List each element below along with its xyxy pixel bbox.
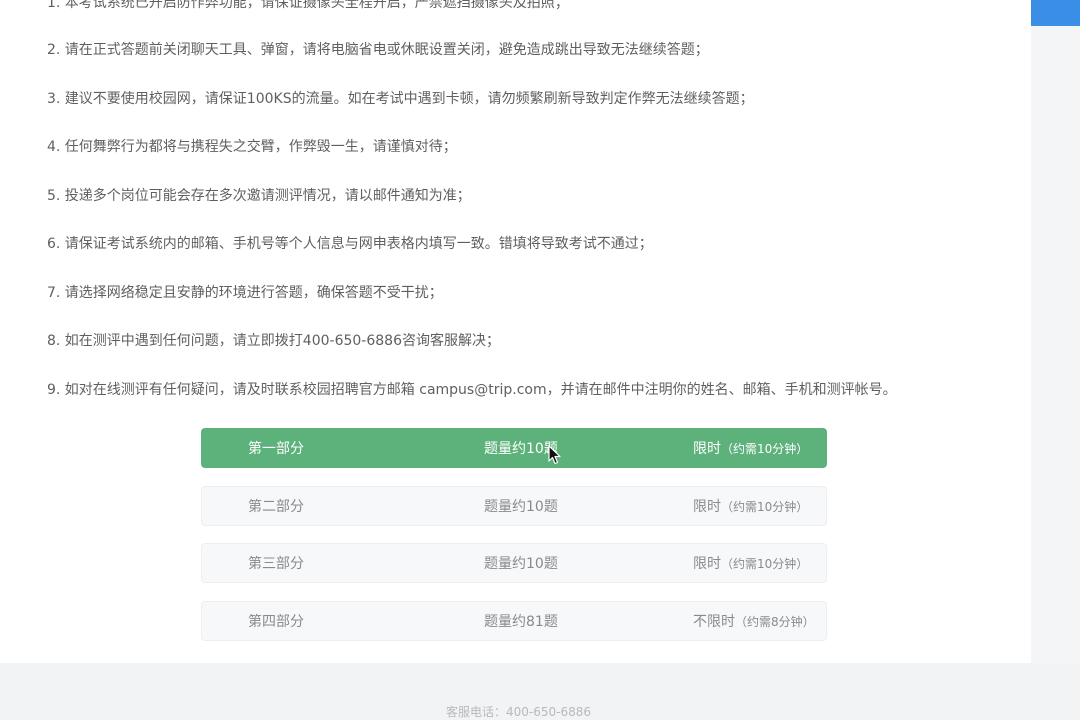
section-time-limit: 限时（约需10分钟）	[693, 498, 808, 516]
rule-item-2: 2. 请在正式答题前关闭聊天工具、弹窗，请将电脑省电或休眠设置关闭，避免造成跳出…	[47, 42, 709, 58]
section-limit-note: （约需8分钟）	[735, 615, 815, 629]
section-name: 第二部分	[248, 499, 304, 515]
section-row-part-4[interactable]: 第四部分 题量约81题 不限时（约需8分钟）	[201, 601, 827, 641]
section-time-limit: 不限时（约需8分钟）	[693, 613, 815, 631]
section-limit-label: 限时	[693, 441, 721, 457]
rule-item-7: 7. 请选择网络稳定且安静的环境进行答题，确保答题不受干扰；	[47, 285, 443, 301]
section-question-count: 题量约10题	[484, 441, 558, 457]
section-limit-note: （约需10分钟）	[721, 500, 809, 514]
rule-item-9: 9. 如对在线测评有任何疑问，请及时联系校园招聘官方邮箱 campus@trip…	[47, 382, 897, 398]
section-limit-label: 限时	[693, 499, 721, 515]
section-name: 第四部分	[248, 614, 304, 630]
rule-item-1: 1. 本考试系统已开启防作弊功能，请保证摄像头全程开启，严禁遮挡摄像头及拍照；	[47, 0, 569, 11]
section-row-part-1[interactable]: 第一部分 题量约10题 限时（约需10分钟）	[201, 428, 827, 468]
right-gutter	[1031, 0, 1080, 663]
section-question-count: 题量约81题	[484, 614, 558, 630]
rule-item-5: 5. 投递多个岗位可能会存在多次邀请测评情况，请以邮件通知为准；	[47, 188, 471, 204]
rule-item-6: 6. 请保证考试系统内的邮箱、手机号等个人信息与网申表格内填写一致。错填将导致考…	[47, 236, 653, 252]
section-limit-label: 限时	[693, 556, 721, 572]
section-question-count: 题量约10题	[484, 556, 558, 572]
top-right-tab[interactable]	[1031, 0, 1080, 26]
section-limit-note: （约需10分钟）	[721, 557, 809, 571]
section-question-count: 题量约10题	[484, 499, 558, 515]
section-row-part-2[interactable]: 第二部分 题量约10题 限时（约需10分钟）	[201, 486, 827, 526]
rule-item-4: 4. 任何舞弊行为都将与携程失之交臂，作弊毁一生，请谨慎对待；	[47, 139, 457, 155]
rule-item-8: 8. 如在测评中遇到任何问题，请立即拨打400-650-6886咨询客服解决；	[47, 333, 500, 349]
section-limit-label: 不限时	[693, 614, 735, 630]
section-name: 第三部分	[248, 556, 304, 572]
footer-hotline: 客服电话：400-650-6886	[446, 705, 592, 719]
instructions-panel: 1. 本考试系统已开启防作弊功能，请保证摄像头全程开启，严禁遮挡摄像头及拍照； …	[0, 0, 1031, 663]
section-time-limit: 限时（约需10分钟）	[693, 440, 808, 458]
mouse-pointer-icon	[548, 445, 561, 465]
section-limit-note: （约需10分钟）	[721, 442, 809, 456]
section-name: 第一部分	[248, 441, 304, 457]
section-time-limit: 限时（约需10分钟）	[693, 555, 808, 573]
rule-item-3: 3. 建议不要使用校园网，请保证100KS的流量。如在考试中遇到卡顿，请勿频繁刷…	[47, 91, 754, 107]
section-row-part-3[interactable]: 第三部分 题量约10题 限时（约需10分钟）	[201, 543, 827, 583]
